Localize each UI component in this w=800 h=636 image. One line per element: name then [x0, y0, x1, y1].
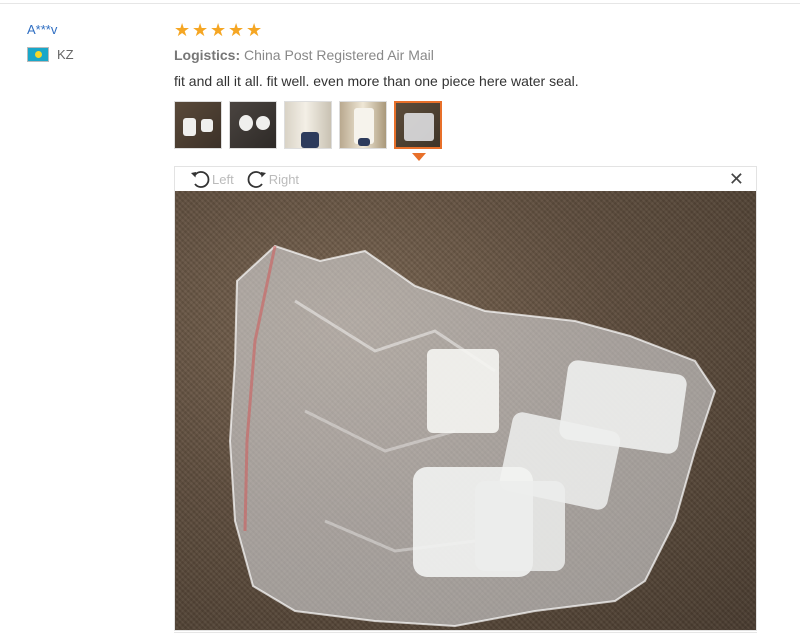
top-divider	[0, 3, 800, 4]
review-thumbnails	[174, 101, 774, 151]
viewer-toolbar: Left Right ✕	[175, 167, 756, 191]
review-thumbnail[interactable]	[229, 101, 277, 149]
reviewer-name[interactable]: A***v	[27, 22, 147, 37]
image-viewer: Left Right ✕	[174, 166, 757, 631]
selected-thumbnail-caret	[412, 153, 426, 161]
rotate-left-icon	[191, 171, 210, 188]
review-thumbnail-selected[interactable]	[394, 101, 442, 149]
country-code: KZ	[57, 47, 74, 62]
logistics-info: Logistics: China Post Registered Air Mai…	[174, 47, 774, 63]
star-icon: ★	[246, 19, 263, 40]
star-icon: ★	[192, 19, 209, 40]
bottom-divider	[174, 632, 757, 633]
star-icon: ★	[210, 19, 227, 40]
rotate-right-label: Right	[268, 171, 300, 187]
reviewer-info: A***v KZ	[27, 22, 147, 62]
review-body: ★ ★ ★ ★ ★ Logistics: China Post Register…	[174, 20, 774, 151]
review-thumbnail[interactable]	[339, 101, 387, 149]
review-photo	[175, 191, 756, 630]
star-rating: ★ ★ ★ ★ ★	[174, 20, 774, 40]
review-thumbnail[interactable]	[174, 101, 222, 149]
rotate-right-button[interactable]: Right	[246, 169, 299, 189]
photo-illustration	[228, 244, 717, 628]
reviewer-country: KZ	[27, 47, 147, 62]
review-thumbnail[interactable]	[284, 101, 332, 149]
close-icon[interactable]: ✕	[729, 170, 744, 188]
star-icon: ★	[228, 19, 245, 40]
star-icon: ★	[174, 19, 191, 40]
review-text: fit and all it all. fit well. even more …	[174, 73, 579, 89]
rotate-left-label: Left	[212, 171, 234, 187]
logistics-label: Logistics:	[174, 47, 241, 63]
kazakhstan-flag-icon	[27, 47, 49, 62]
logistics-value: China Post Registered Air Mail	[244, 47, 434, 63]
rotate-left-button[interactable]: Left	[189, 169, 234, 189]
rotate-right-icon	[247, 171, 266, 188]
